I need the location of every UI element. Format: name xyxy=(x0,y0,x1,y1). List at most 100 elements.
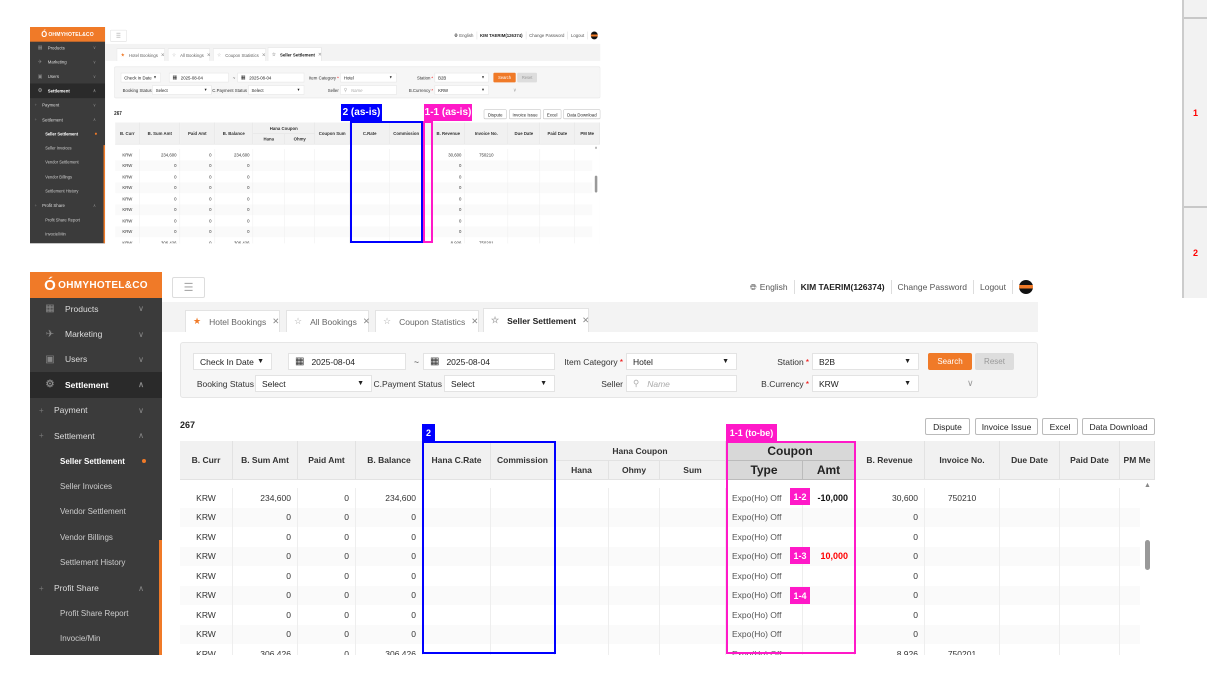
sidebar-item-marketing[interactable]: ✈ Marketing ∨ xyxy=(30,55,105,69)
seller-input[interactable]: ⚲ Name xyxy=(626,375,737,392)
column-header-paid-date[interactable]: Paid Date xyxy=(540,122,576,145)
table-row[interactable]: KRW 0 0 0 Expo(Ho) Off 0 xyxy=(180,566,1155,586)
close-icon[interactable]: ✕ xyxy=(272,316,279,327)
payment-status-select[interactable]: Select ▼ xyxy=(248,85,305,95)
date-to-input[interactable]: ▦ 2025-08-04 xyxy=(423,353,555,370)
logout-link[interactable]: Logout xyxy=(568,31,588,40)
star-filled-icon[interactable]: ★ xyxy=(121,52,125,58)
close-icon[interactable]: ✕ xyxy=(318,51,322,57)
column-header-due-date[interactable]: Due Date xyxy=(508,122,541,145)
column-header-pm-me[interactable]: PM Me xyxy=(1120,441,1155,480)
star-outline-icon[interactable]: ☆ xyxy=(294,316,302,327)
currency-select[interactable]: KRW ▼ xyxy=(812,375,919,392)
sidebar-item-invocie-min[interactable]: Invocie/Min xyxy=(30,626,162,651)
star-outline-icon[interactable]: ☆ xyxy=(217,52,221,58)
data-download-button[interactable]: Data Download xyxy=(563,109,601,120)
date-from-input[interactable]: ▦ 2025-08-04 xyxy=(168,72,229,83)
excel-button[interactable]: Excel xyxy=(1042,418,1078,435)
tab-all-bookings[interactable]: ☆ All Bookings ✕ xyxy=(286,310,370,332)
column-header-hana[interactable]: Hana xyxy=(555,461,609,480)
date-from-input[interactable]: ▦ 2025-08-04 xyxy=(288,353,406,370)
column-header-b-sum-amt[interactable]: B. Sum Amt xyxy=(233,441,298,480)
close-icon[interactable]: ✕ xyxy=(161,52,165,58)
sidebar-item-settlement[interactable]: + Settlement ∧ xyxy=(30,112,105,126)
sidebar-item-payment[interactable]: + Payment ∨ xyxy=(30,398,162,423)
close-icon[interactable]: ✕ xyxy=(262,52,266,58)
brand-logo[interactable]: Ó OHMYHOTEL&CO xyxy=(30,272,162,298)
sidebar-item-invocie-min[interactable]: Invocie/Min xyxy=(30,227,105,241)
sidebar-item-settlement[interactable]: + Settlement ∧ xyxy=(30,423,162,448)
column-header-paid-date[interactable]: Paid Date xyxy=(1060,441,1120,480)
sidebar-item-seller-invoices[interactable]: Seller Invoices xyxy=(30,141,105,155)
column-header-b-revenue[interactable]: B. Revenue xyxy=(432,122,466,145)
star-outline-icon[interactable]: ☆ xyxy=(383,316,391,327)
avatar[interactable] xyxy=(1019,280,1033,294)
star-outline-icon[interactable]: ☆ xyxy=(272,51,276,57)
item-category-select[interactable]: Hotel ▼ xyxy=(626,353,737,370)
logout-link[interactable]: Logout xyxy=(974,280,1013,294)
column-header-hana[interactable]: Hana xyxy=(253,133,286,145)
column-header-invoice-no-[interactable]: Invoice No. xyxy=(925,441,1000,480)
date-to-input[interactable]: ▦ 2025-08-04 xyxy=(237,72,305,83)
reset-button[interactable]: Reset xyxy=(975,353,1014,370)
dispute-button[interactable]: Dispute xyxy=(483,109,507,120)
table-row[interactable]: KRW 0 0 0 Expo(Ho) Off 0 xyxy=(180,624,1155,644)
change-password-link[interactable]: Change Password xyxy=(892,280,974,294)
sidebar-item-vendor-settlement[interactable]: Vendor Settlement xyxy=(30,155,105,169)
column-header-coupon-sum[interactable]: Coupon Sum xyxy=(314,122,350,145)
table-row[interactable]: KRW 0 0 0 Expo(Ho) Off 0 xyxy=(180,585,1155,605)
star-outline-icon[interactable]: ☆ xyxy=(172,52,176,58)
sidebar-item-payment[interactable]: + Payment ∨ xyxy=(30,98,105,112)
sidebar-item-profit-share[interactable]: + Profit Share ∧ xyxy=(30,575,162,600)
close-icon[interactable]: ✕ xyxy=(363,316,370,327)
close-icon[interactable]: ✕ xyxy=(207,52,211,58)
payment-status-select[interactable]: Select ▼ xyxy=(444,375,555,392)
item-category-select[interactable]: Hotel ▼ xyxy=(340,72,397,83)
sidebar-item-profit-share-report[interactable]: Profit Share Report xyxy=(30,601,162,626)
scroll-up-arrow-icon[interactable]: ▲ xyxy=(594,146,598,150)
station-select[interactable]: B2B ▼ xyxy=(812,353,919,370)
tab-hotel-bookings[interactable]: ★ Hotel Bookings ✕ xyxy=(116,48,165,61)
tab-all-bookings[interactable]: ☆ All Bookings ✕ xyxy=(167,48,211,61)
sidebar-item-settlement-history[interactable]: Settlement History xyxy=(30,550,162,575)
sidebar-item-products[interactable]: ▦ Products ∨ xyxy=(30,41,105,55)
table-row[interactable]: KRW 234,600 0 234,600 Expo(Ho) Off -10,000 30,… xyxy=(180,488,1155,508)
column-header-ohmy[interactable]: Ohmy xyxy=(285,133,315,145)
column-header-invoice-no-[interactable]: Invoice No. xyxy=(465,122,509,145)
sidebar-item-seller-invoices[interactable]: Seller Invoices xyxy=(30,474,162,499)
column-header-due-date[interactable]: Due Date xyxy=(1000,441,1060,480)
tab-coupon-statistics[interactable]: ☆ Coupon Statistics ✕ xyxy=(375,310,479,332)
reset-button[interactable]: Reset xyxy=(517,72,537,83)
sidebar-item-seller-settlement[interactable]: Seller Settlement xyxy=(30,127,105,141)
sidebar-item-vendor-billings[interactable]: Vendor Billings xyxy=(30,525,162,550)
star-outline-icon[interactable]: ☆ xyxy=(491,315,499,326)
table-row[interactable]: KRW 0 0 0 Expo(Ho) Off 0 xyxy=(180,507,1155,527)
sidebar-item-profit-share-report[interactable]: Profit Share Report xyxy=(30,213,105,227)
column-header-sum[interactable]: Sum xyxy=(660,461,726,480)
expand-filters-chevron-icon[interactable]: ∨ xyxy=(967,375,974,392)
column-header-b-revenue[interactable]: B. Revenue xyxy=(855,441,925,480)
change-password-link[interactable]: Change Password xyxy=(526,31,568,40)
column-header-paid-amt[interactable]: Paid Amt xyxy=(298,441,356,480)
seller-input[interactable]: ⚲ Name xyxy=(340,85,397,95)
date-type-select[interactable]: Check In Date ▼ xyxy=(193,353,272,370)
column-header-b-sum-amt[interactable]: B. Sum Amt xyxy=(140,122,181,145)
sidebar-scrollbar[interactable] xyxy=(103,145,106,244)
sidebar-item-vendor-settlement[interactable]: Vendor Settlement xyxy=(30,499,162,524)
column-header-ohmy[interactable]: Ohmy xyxy=(609,461,660,480)
sidebar-item-settlement[interactable]: ⚙ Settlement ∧ xyxy=(30,372,162,398)
table-scrollbar[interactable]: ▲ xyxy=(592,144,600,244)
currency-select[interactable]: KRW ▼ xyxy=(434,85,489,95)
booking-status-select[interactable]: Select ▼ xyxy=(255,375,372,392)
booking-status-select[interactable]: Select ▼ xyxy=(152,85,212,95)
tab-seller-settlement[interactable]: ☆ Seller Settlement ✕ xyxy=(483,308,589,332)
sidebar-scrollbar[interactable] xyxy=(159,540,162,655)
expand-filters-chevron-icon[interactable]: ∨ xyxy=(513,85,516,95)
scrollbar-thumb[interactable] xyxy=(594,175,598,193)
date-type-select[interactable]: Check In Date ▼ xyxy=(120,72,161,83)
sidebar-item-seller-settlement[interactable]: Seller Settlement xyxy=(30,448,162,473)
brand-logo[interactable]: Ó OHMYHOTEL&CO xyxy=(30,27,106,42)
scrollbar-thumb[interactable] xyxy=(1145,540,1150,570)
table-row[interactable]: KRW 0 0 0 Expo(Ho) Off 0 xyxy=(180,605,1155,625)
column-header-b-curr[interactable]: B. Curr xyxy=(180,441,233,480)
